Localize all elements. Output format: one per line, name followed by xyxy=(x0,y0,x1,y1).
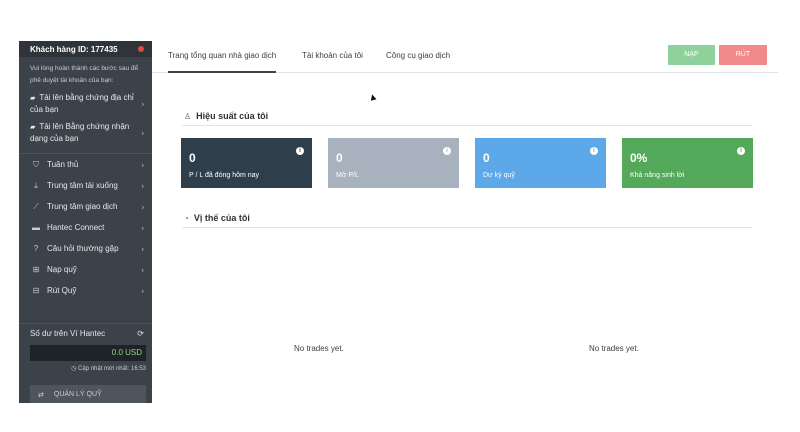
briefcase-icon: ▬ xyxy=(32,223,40,232)
chevron-right-icon: › xyxy=(141,244,144,253)
main-content: Trang tổng quan nhà giao dịch Tài khoản … xyxy=(152,41,778,403)
document-icon: ▰ xyxy=(30,95,36,102)
manage-funds-label: QUẢN LÝ QUỸ xyxy=(53,391,102,398)
upload-address-proof-label: Tải lên bằng chứng địa chỉ của bạn xyxy=(30,93,134,114)
info-icon[interactable]: i xyxy=(296,147,304,155)
sidebar-item-withdraw[interactable]: ⊟ Rút Quỹ › xyxy=(19,280,152,301)
document-icon: ▰ xyxy=(30,124,36,131)
card-open-pl: 0 Mở P/L i xyxy=(328,138,459,188)
chevron-right-icon: › xyxy=(141,202,144,211)
refresh-icon[interactable]: ⟳ xyxy=(137,329,144,338)
sidebar-item-faq[interactable]: ? Câu hỏi thường gặp › xyxy=(19,238,152,259)
transfer-icon: ⇄ xyxy=(38,391,44,399)
performance-section-title: ♙ Hiệu suất của tôi xyxy=(184,111,268,121)
deposit-button[interactable]: NẠP xyxy=(668,45,715,65)
wallet-updated: ◷ Cập nhật mới nhất: 16:53 xyxy=(19,361,152,372)
card-margin-balance: 0 Dư ký quỹ i xyxy=(475,138,606,188)
tab-trading-tools[interactable]: Công cụ giao dịch xyxy=(386,41,450,71)
upload-id-proof-label: Tải lên Bằng chứng nhận dạng của bạn xyxy=(30,122,130,143)
sidebar-item-download-center[interactable]: ⤓ Trung tâm tải xuống › xyxy=(19,175,152,196)
tab-trader-dashboard[interactable]: Trang tổng quan nhà giao dịch xyxy=(168,41,277,73)
card-value: 0 xyxy=(336,151,343,165)
upload-address-proof-link[interactable]: ▰ Tải lên bằng chứng địa chỉ của bạn › xyxy=(19,89,152,118)
sidebar-item-label: Rút Quỹ xyxy=(47,286,77,295)
divider xyxy=(182,125,752,126)
performance-title: Hiệu suất của tôi xyxy=(196,111,269,121)
tab-my-account[interactable]: Tài khoản của tôi xyxy=(302,41,363,71)
upload-id-proof-link[interactable]: ▰ Tải lên Bằng chứng nhận dạng của bạn › xyxy=(19,118,152,147)
chevron-right-icon: › xyxy=(141,265,144,274)
divider xyxy=(182,227,752,228)
positions-section-title: ◔ Vị thế của tôi xyxy=(184,213,250,223)
sidebar-item-compliance[interactable]: ⛉ Tuân thủ › xyxy=(19,154,152,175)
wallet-panel: Số dư trên Ví Hantec ⟳ 0.0 USD ◷ Cập nhậ… xyxy=(19,323,152,403)
chevron-right-icon: › xyxy=(141,128,144,137)
user-icon: ♙ xyxy=(184,112,192,121)
customer-id: Khách hàng ID: 177435 xyxy=(30,44,118,54)
card-label: P / L đã đóng hôm nay xyxy=(189,172,260,179)
chart-line-icon: ⟋ xyxy=(33,201,39,211)
wallet-updated-text: Cập nhật mới nhất: 16:53 xyxy=(78,366,146,372)
card-label: Mở P/L xyxy=(336,172,359,179)
sidebar-item-label: Tuân thủ xyxy=(47,160,79,169)
notification-dot-icon xyxy=(138,46,144,52)
card-value: 0 xyxy=(189,151,196,165)
info-icon[interactable]: i xyxy=(443,147,451,155)
minus-square-icon: ⊟ xyxy=(32,286,40,295)
mouse-cursor-icon: ▲ xyxy=(366,90,380,105)
withdraw-button[interactable]: RÚT xyxy=(719,45,767,65)
positions-title: Vị thế của tôi xyxy=(193,213,250,223)
tab-bar: Trang tổng quan nhà giao dịch Tài khoản … xyxy=(152,41,778,73)
sidebar-item-trading-center[interactable]: ⟋ Trung tâm giao dịch › xyxy=(19,196,152,217)
empty-trades-left: No trades yet. xyxy=(294,344,344,353)
card-value: 0% xyxy=(630,151,648,165)
sidebar-item-label: Nạp quỹ xyxy=(47,265,77,274)
manage-funds-button[interactable]: ⇄ QUẢN LÝ QUỸ xyxy=(30,385,146,403)
clock-icon: ◷ xyxy=(71,366,77,372)
sidebar-item-label: Trung tâm tải xuống xyxy=(47,181,118,190)
card-closed-pl: 0 P / L đã đóng hôm nay i xyxy=(181,138,312,188)
shield-icon: ⛉ xyxy=(33,159,39,169)
info-icon[interactable]: i xyxy=(590,147,598,155)
verification-note: Vui lòng hoàn thành các bước sau để phê … xyxy=(30,65,139,84)
question-icon: ? xyxy=(33,244,39,253)
wallet-balance: 0.0 USD xyxy=(30,345,146,361)
pie-chart-icon: ◔ xyxy=(184,214,189,223)
empty-trades-right: No trades yet. xyxy=(589,344,639,353)
sidebar-item-deposit[interactable]: ⊞ Nạp quỹ › xyxy=(19,259,152,280)
customer-id-bar: Khách hàng ID: 177435 xyxy=(19,41,152,57)
sidebar: Khách hàng ID: 177435 Vui lòng hoàn thàn… xyxy=(19,41,152,403)
card-value: 0 xyxy=(483,151,490,165)
card-profitability: 0% Khả năng sinh lời i xyxy=(622,138,753,188)
download-icon: ⤓ xyxy=(34,180,38,190)
app-window: Khách hàng ID: 177435 Vui lòng hoàn thàn… xyxy=(19,41,778,403)
card-label: Dư ký quỹ xyxy=(483,172,515,179)
chevron-right-icon: › xyxy=(141,99,144,108)
chevron-right-icon: › xyxy=(141,286,144,295)
sidebar-item-label: Trung tâm giao dịch xyxy=(47,202,118,211)
sidebar-item-hantec-connect[interactable]: ▬ Hantec Connect › xyxy=(19,217,152,238)
wallet-header: Số dư trên Ví Hantec ⟳ xyxy=(19,324,152,343)
sidebar-item-label: Câu hỏi thường gặp xyxy=(47,244,119,253)
sidebar-item-label: Hantec Connect xyxy=(47,223,105,232)
plus-square-icon: ⊞ xyxy=(32,265,40,274)
chevron-right-icon: › xyxy=(141,160,144,169)
card-label: Khả năng sinh lời xyxy=(630,172,685,179)
wallet-title: Số dư trên Ví Hantec xyxy=(30,329,106,338)
chevron-right-icon: › xyxy=(141,181,144,190)
sidebar-menu: ⛉ Tuân thủ › ⤓ Trung tâm tải xuống › ⟋ T… xyxy=(19,153,152,301)
info-icon[interactable]: i xyxy=(737,147,745,155)
chevron-right-icon: › xyxy=(141,223,144,232)
